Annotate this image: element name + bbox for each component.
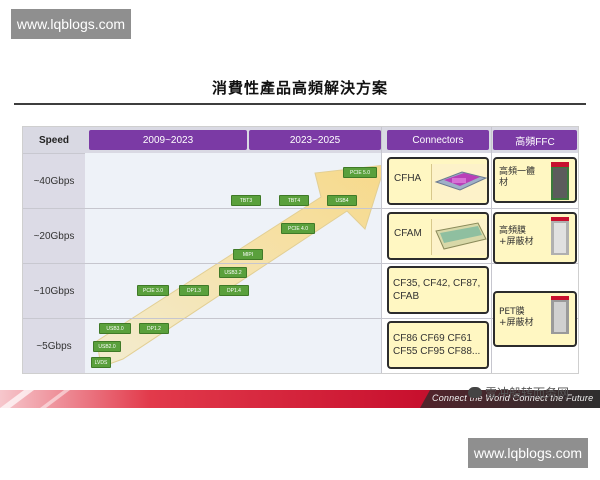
tech-usb4: USB4 (327, 195, 357, 206)
header-connectors: Connectors (387, 130, 489, 150)
watermark-top: www.lqblogs.com (11, 9, 131, 39)
ffc-item-2-image (551, 217, 569, 255)
ffc-item-3-image (551, 296, 569, 334)
ffc-item-1-image (551, 162, 569, 200)
speed-20: ~20Gbps (23, 208, 85, 263)
connector-cfha-image (431, 164, 488, 200)
ffc-item-2: 高頻膜+屏蔽材 (493, 212, 577, 264)
watermark-bottom: www.lqblogs.com (468, 438, 588, 468)
tech-usb20: USB2.0 (93, 341, 121, 352)
ffc-item-3: PET膜+屏蔽材 (493, 291, 577, 347)
speed-40: ~40Gbps (23, 153, 85, 208)
connector-cfha-drawing (434, 171, 488, 191)
roadmap-table: Speed 2009~2023 2023~2025 Connectors 高頻F… (22, 126, 579, 374)
connector-group-10g: CF35, CF42, CF87, CFAB (387, 266, 489, 314)
weibo-icon (468, 387, 482, 398)
tech-pcie4: PCIE 4.0 (281, 223, 315, 234)
connector-cfam-label: CFAM (394, 228, 422, 239)
tech-usb32: USB3.2 (219, 267, 247, 278)
tech-mipi: MIPI (233, 249, 263, 260)
header-period-2: 2023~2025 (249, 130, 381, 150)
speed-5: ~5Gbps (23, 318, 85, 373)
tech-dp12: DP1.2 (139, 323, 169, 334)
connector-group-5g: CF86 CF69 CF61 CF55 CF95 CF88... (387, 321, 489, 369)
tech-pcie3: PCIE 3.0 (137, 285, 169, 296)
ffc-item-2-text: 高頻膜+屏蔽材 (499, 226, 534, 247)
header-row: Speed 2009~2023 2023~2025 Connectors 高頻F… (23, 127, 578, 153)
title-rule (14, 103, 586, 105)
ffc-item-1: 高頻一體材 (493, 157, 577, 203)
header-speed: Speed (38, 134, 69, 146)
connector-group-5g-text: CF86 CF69 CF61 CF55 CF95 CF88... (393, 333, 481, 357)
ffc-item-1-text: 高頻一體材 (499, 167, 536, 188)
weibo-handle: 雪冲船转而务网 (485, 386, 570, 400)
tech-pcie5: PCIE 5.0 (343, 167, 377, 178)
slide-title: 消費性產品高頻解決方案 (211, 79, 388, 97)
column-divider (381, 127, 382, 373)
row-divider (85, 208, 578, 209)
connector-cfha: CFHA (387, 157, 489, 205)
connector-cfha-label: CFHA (394, 173, 422, 184)
speed-10: ~10Gbps (23, 263, 85, 318)
tech-lvds: LVDS (91, 357, 111, 368)
connector-cfam: CFAM (387, 212, 489, 260)
header-ffc: 高頻FFC (493, 130, 577, 150)
connector-cfam-image (431, 219, 487, 255)
connector-cfam-drawing (435, 222, 487, 250)
tech-tbt4: TBT4 (279, 195, 309, 206)
column-divider (491, 127, 492, 373)
tech-tbt3: TBT3 (231, 195, 261, 206)
weibo-watermark: 雪冲船转而务网 (468, 384, 569, 401)
tech-usb30: USB3.0 (99, 323, 131, 334)
header-period-1: 2009~2023 (89, 130, 247, 150)
speed-column: ~40Gbps ~20Gbps ~10Gbps ~5Gbps (23, 153, 85, 373)
tech-dp14: DP1.4 (219, 285, 249, 296)
connector-group-10g-text: CF35, CF42, CF87, CFAB (393, 278, 481, 302)
tech-dp13: DP1.3 (179, 285, 209, 296)
ffc-item-3-text: PET膜+屏蔽材 (499, 307, 534, 328)
